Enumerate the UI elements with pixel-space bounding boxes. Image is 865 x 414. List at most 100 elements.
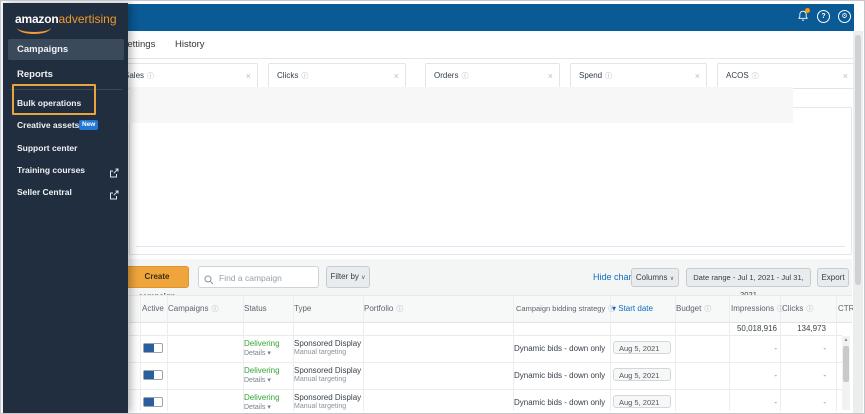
- info-icon[interactable]: ⓘ: [211, 305, 218, 313]
- info-icon[interactable]: ⓘ: [752, 72, 759, 80]
- column-divider: [836, 295, 837, 411]
- settings-gear-icon[interactable]: ⚙: [838, 10, 851, 23]
- active-toggle[interactable]: [143, 343, 163, 353]
- column-divider: [729, 295, 730, 411]
- chevron-down-icon: ▾: [267, 350, 271, 357]
- close-icon[interactable]: ×: [548, 64, 553, 88]
- active-toggle[interactable]: [143, 397, 163, 407]
- campaign-type: Sponsored Display: [294, 339, 362, 348]
- scroll-up-icon[interactable]: ▲: [842, 336, 850, 344]
- app-window: ? ⚙ Settings History Sales ⓘ × Clicks ⓘ × …: [0, 0, 865, 414]
- sidebar-item-seller-central[interactable]: Seller Central: [3, 182, 128, 202]
- info-icon[interactable]: ⓘ: [806, 305, 813, 313]
- sidebar-item-creative-assets[interactable]: Creative assets New: [3, 115, 128, 135]
- column-header-ctr[interactable]: CTR: [838, 295, 854, 323]
- start-date-field[interactable]: Aug 5, 2021: [613, 368, 671, 381]
- start-date-field[interactable]: Aug 5, 2021: [613, 395, 671, 408]
- metric-card-label: Orders: [434, 71, 459, 80]
- sidebar-item-campaigns[interactable]: Campaigns: [8, 39, 124, 60]
- column-header-start-date[interactable]: ▾ Start date: [612, 295, 653, 323]
- navigation-sidebar: amazonadvertising Campaigns Reports Bulk…: [3, 3, 128, 413]
- column-header-impressions[interactable]: Impressions ⓘ: [731, 295, 784, 323]
- clicks-value: -: [823, 398, 826, 407]
- date-range-button[interactable]: Date range - Jul 1, 2021 - Jul 31, 2021: [686, 268, 811, 299]
- clicks-value: -: [823, 371, 826, 380]
- campaign-type: Sponsored Display: [294, 366, 362, 375]
- info-icon[interactable]: ⓘ: [147, 72, 154, 80]
- column-divider: [513, 295, 514, 411]
- details-dropdown[interactable]: Details ▾: [244, 403, 271, 411]
- column-header-budget[interactable]: Budget ⓘ: [676, 295, 711, 323]
- campaign-type: Sponsored Display: [294, 393, 362, 402]
- scrollbar-thumb[interactable]: [843, 346, 849, 382]
- column-header-campaigns[interactable]: Campaigns ⓘ: [168, 295, 218, 323]
- metric-card-sales[interactable]: Sales ⓘ ×: [115, 63, 258, 89]
- tab-history[interactable]: History: [175, 39, 205, 50]
- metric-card-spend[interactable]: Spend ⓘ ×: [570, 63, 707, 89]
- bulk-operations-highlight-box: [12, 84, 96, 115]
- metric-card-label: Clicks: [277, 71, 299, 80]
- amazon-advertising-logo: amazonadvertising: [15, 12, 117, 26]
- details-dropdown[interactable]: Details ▾: [244, 349, 271, 357]
- info-icon[interactable]: ⓘ: [301, 72, 308, 80]
- column-header-status[interactable]: Status: [244, 295, 267, 323]
- create-campaign-button[interactable]: Create campaign: [125, 266, 189, 301]
- table-scrollbar[interactable]: ▲: [842, 336, 850, 410]
- sidebar-item-reports[interactable]: Reports: [3, 65, 128, 85]
- sidebar-item-training-courses[interactable]: Training courses: [3, 160, 128, 180]
- info-icon[interactable]: ⓘ: [461, 72, 468, 80]
- column-divider: [140, 295, 141, 411]
- metric-card-orders[interactable]: Orders ⓘ ×: [425, 63, 560, 89]
- metric-card-label: Spend: [579, 71, 603, 80]
- notification-dot: [805, 8, 810, 13]
- performance-chart-panel: [129, 107, 852, 255]
- campaign-search-box[interactable]: [198, 266, 319, 288]
- info-icon[interactable]: ⓘ: [704, 305, 711, 313]
- export-button[interactable]: Export: [817, 268, 849, 287]
- metric-card-acos[interactable]: ACOS ⓘ ×: [717, 63, 855, 89]
- impressions-value: -: [774, 371, 777, 380]
- close-icon[interactable]: ×: [695, 64, 700, 88]
- logo-suffix-text: advertising: [58, 12, 117, 26]
- search-icon: [204, 272, 214, 290]
- column-header-type[interactable]: Type: [294, 295, 311, 323]
- logo-brand-text: amazon: [15, 12, 59, 26]
- notifications-bell-icon[interactable]: [796, 8, 810, 23]
- campaign-targeting: Manual targeting: [294, 376, 347, 383]
- filter-by-button[interactable]: Filter by ∨: [326, 266, 370, 288]
- sort-descending-icon: ▾: [612, 304, 617, 313]
- window-scrollbar[interactable]: [853, 31, 863, 413]
- scrollbar-thumb[interactable]: [855, 35, 861, 285]
- bidding-strategy: Dynamic bids - down only: [514, 371, 606, 380]
- status-badge: Delivering: [244, 339, 280, 348]
- active-toggle[interactable]: [143, 370, 163, 380]
- help-icon[interactable]: ?: [817, 10, 830, 23]
- sidebar-item-support-center[interactable]: Support center: [3, 138, 128, 158]
- column-header-active[interactable]: Active: [142, 295, 164, 323]
- search-input[interactable]: [217, 268, 319, 288]
- status-badge: Delivering: [244, 366, 280, 375]
- close-icon[interactable]: ×: [394, 64, 399, 88]
- chevron-down-icon: ∨: [361, 275, 366, 281]
- metric-card-clicks[interactable]: Clicks ⓘ ×: [268, 63, 406, 89]
- details-dropdown[interactable]: Details ▾: [244, 376, 271, 384]
- external-link-icon: [109, 187, 119, 207]
- columns-button[interactable]: Columns ∨: [631, 268, 679, 287]
- info-icon[interactable]: ⓘ: [396, 305, 403, 313]
- close-icon[interactable]: ×: [246, 64, 251, 88]
- column-header-bidding-strategy[interactable]: Campaign bidding strategy ⓘ: [516, 295, 615, 323]
- column-header-clicks[interactable]: Clicks ⓘ: [782, 295, 813, 323]
- impressions-value: -: [774, 344, 777, 353]
- summary-impressions: 50,018,916: [736, 324, 777, 333]
- start-date-field[interactable]: Aug 5, 2021: [613, 341, 671, 354]
- impressions-value: -: [774, 398, 777, 407]
- status-badge: Delivering: [244, 393, 280, 402]
- info-icon[interactable]: ⓘ: [605, 72, 612, 80]
- table-row: Delivering Details ▾ Sponsored Display M…: [129, 335, 842, 363]
- hide-chart-link[interactable]: Hide chart: [593, 272, 634, 282]
- table-row: Delivering Details ▾ Sponsored Display M…: [129, 389, 842, 413]
- bidding-strategy: Dynamic bids - down only: [514, 344, 606, 353]
- clicks-value: -: [823, 344, 826, 353]
- column-header-portfolio[interactable]: Portfolio ⓘ: [364, 295, 403, 323]
- close-icon[interactable]: ×: [843, 64, 848, 88]
